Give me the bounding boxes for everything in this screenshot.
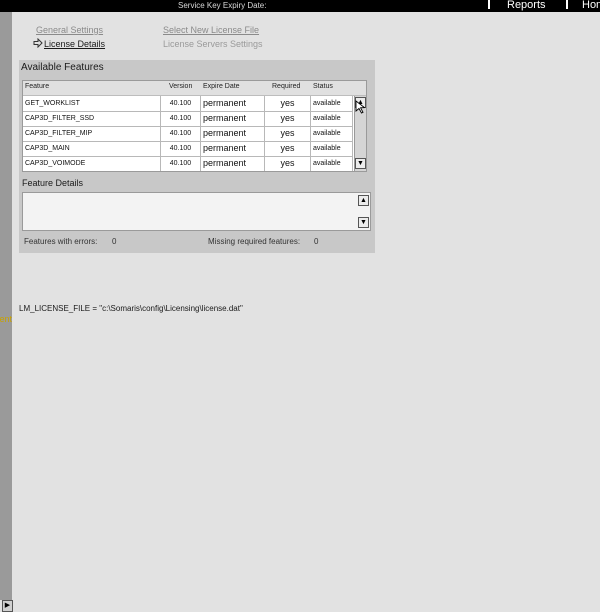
version-cell: 40.100 [161, 111, 201, 126]
table-row[interactable]: CAP3D_VOIMODE 40.100 permanent yes avail… [23, 156, 353, 171]
service-key-expiry-label: Service Key Expiry Date: [178, 1, 267, 10]
required-cell: yes [265, 156, 311, 171]
version-cell: 40.100 [161, 141, 201, 156]
feature-cell: CAP3D_VOIMODE [23, 156, 161, 171]
feature-cell: CAP3D_MAIN [23, 141, 161, 156]
column-header-version[interactable]: Version [169, 83, 192, 90]
license-file-path: LM_LICENSE_FILE = "c:\Somaris\config\Lic… [19, 304, 243, 313]
home-link[interactable]: Hom [582, 0, 600, 11]
nav-separator [488, 0, 490, 9]
reports-link[interactable]: Reports [507, 0, 546, 11]
scroll-up-icon: ▲ [360, 197, 367, 204]
feature-cell: CAP3D_FILTER_MIP [23, 126, 161, 141]
general-settings-link[interactable]: General Settings [36, 25, 103, 35]
scroll-down-button[interactable]: ▼ [355, 158, 366, 169]
available-features-title: Available Features [21, 62, 104, 73]
feature-cell: GET_WORKLIST [23, 96, 161, 111]
missing-required-features-value: 0 [314, 237, 319, 246]
arrow-right-icon [33, 38, 43, 48]
features-with-errors-value: 0 [112, 237, 117, 246]
version-cell: 40.100 [161, 126, 201, 141]
feature-details-title: Feature Details [22, 178, 84, 188]
column-header-status[interactable]: Status [313, 83, 333, 90]
scroll-right-icon: ▶ [4, 602, 11, 609]
scroll-down-icon: ▼ [360, 219, 367, 226]
features-with-errors-label: Features with errors: [24, 237, 98, 246]
details-scroll-up-button[interactable]: ▲ [358, 195, 369, 206]
column-header-expire-date[interactable]: Expire Date [203, 83, 240, 90]
select-new-license-file-link[interactable]: Select New License File [163, 25, 259, 35]
expire-cell: permanent [201, 141, 265, 156]
version-cell: 40.100 [161, 156, 201, 171]
feature-cell: CAP3D_FILTER_SSD [23, 111, 161, 126]
status-cell: available [311, 126, 353, 141]
table-row[interactable]: CAP3D_FILTER_SSD 40.100 permanent yes av… [23, 111, 353, 127]
details-scroll-down-button[interactable]: ▼ [358, 217, 369, 228]
license-servers-settings-link: License Servers Settings [163, 39, 263, 49]
left-sidebar-strip: ent ▶ [0, 12, 13, 612]
status-cell: available [311, 141, 353, 156]
feature-details-box[interactable]: ▲ ▼ [22, 192, 371, 231]
expire-cell: permanent [201, 96, 265, 111]
required-cell: yes [265, 111, 311, 126]
scroll-right-button[interactable]: ▶ [2, 600, 13, 612]
expire-cell: permanent [201, 156, 265, 171]
table-row[interactable]: GET_WORKLIST 40.100 permanent yes availa… [23, 96, 353, 112]
column-header-required[interactable]: Required [272, 83, 300, 90]
license-details-link[interactable]: License Details [44, 39, 105, 49]
scroll-down-icon: ▼ [357, 160, 364, 167]
status-cell: available [311, 96, 353, 111]
nav-separator [566, 0, 568, 9]
missing-required-features-label: Missing required features: [208, 237, 301, 246]
column-header-feature[interactable]: Feature [25, 83, 49, 90]
top-bar: Service Key Expiry Date: Reports Hom [0, 0, 600, 12]
status-cell: available [311, 111, 353, 126]
features-table: Feature Version Expire Date Required Sta… [22, 80, 367, 172]
mouse-pointer-icon [355, 100, 366, 114]
expire-cell: permanent [201, 126, 265, 141]
required-cell: yes [265, 126, 311, 141]
version-cell: 40.100 [161, 96, 201, 111]
status-cell: available [311, 156, 353, 171]
sidebar-label: ent [0, 314, 12, 324]
table-row[interactable]: CAP3D_MAIN 40.100 permanent yes availabl… [23, 141, 353, 157]
table-header: Feature Version Expire Date Required Sta… [23, 81, 366, 96]
available-features-panel: Available Features Feature Version Expir… [19, 60, 375, 253]
expire-cell: permanent [201, 111, 265, 126]
required-cell: yes [265, 141, 311, 156]
required-cell: yes [265, 96, 311, 111]
table-row[interactable]: CAP3D_FILTER_MIP 40.100 permanent yes av… [23, 126, 353, 142]
